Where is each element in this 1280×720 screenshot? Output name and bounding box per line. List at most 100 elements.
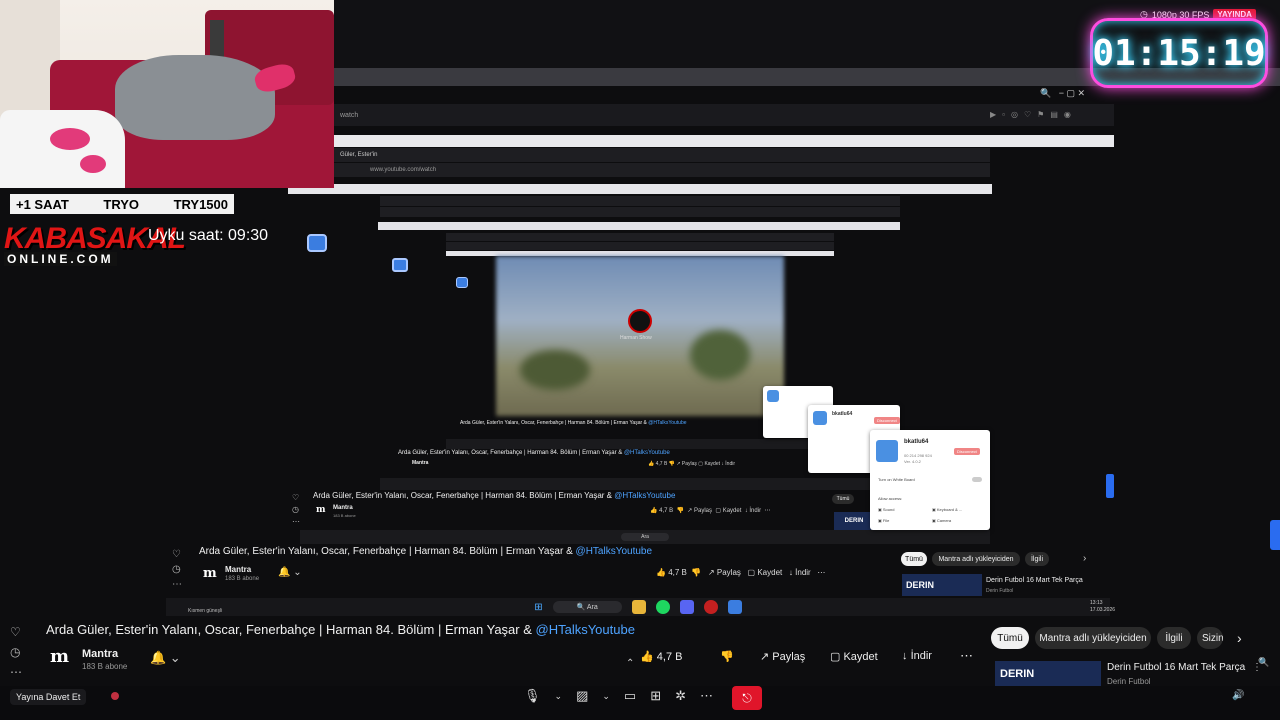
popup-option-keyboard[interactable]: ▣ Keyboard & ... xyxy=(932,507,962,512)
window2-tab-title[interactable]: Güler, Ester'in xyxy=(340,152,378,158)
video-title: Arda Güler, Ester'in Yalanı, Oscar, Fene… xyxy=(46,622,635,637)
window3-addressbar xyxy=(380,207,900,217)
video-scene-bush xyxy=(690,330,750,380)
more-icon[interactable]: ⋯ xyxy=(700,688,713,704)
more-options-icon[interactable]: ⋯ xyxy=(960,648,973,664)
donation-bar: +1 SAAT TRYO TRY1500 xyxy=(10,194,234,214)
window4-addressbar xyxy=(446,242,834,250)
microphone-icon[interactable]: 🎙 xyxy=(524,688,541,704)
outer-url: watch xyxy=(340,111,359,119)
related-title[interactable]: Derin Futbol 16 Mart Tek Parça xyxy=(1107,662,1245,673)
like-button[interactable]: 👍 4,7 B xyxy=(640,650,682,663)
invite-to-stream-button[interactable]: Yayına Davet Et xyxy=(10,689,87,705)
mid-sidebar-icons: ♡ ◷ ⋯ xyxy=(172,549,182,590)
save-button[interactable]: ▢ Kaydet xyxy=(830,650,878,663)
nested-taskbar xyxy=(380,478,900,490)
filter-yours[interactable]: Sizin xyxy=(1197,627,1223,649)
window3-tabbar xyxy=(380,196,900,206)
cursor-icon: ➤ xyxy=(942,482,951,493)
popup-allow-label: Allow access: xyxy=(878,496,903,501)
mid-taskbar: ⊞ 🔍 Ara xyxy=(166,598,1110,616)
floating-app-icon[interactable] xyxy=(307,234,327,252)
related-thumbnail[interactable]: DERIN xyxy=(995,661,1101,687)
mid-filter-related[interactable]: İlgili xyxy=(1025,552,1049,566)
right-side-handle[interactable] xyxy=(1270,520,1280,550)
mid-taskbar-search[interactable]: 🔍 Ara xyxy=(552,601,622,613)
explorer-icon[interactable] xyxy=(631,600,646,614)
donation-item: TRYO xyxy=(103,196,140,212)
mid-related-channel: Derin Futbol xyxy=(986,588,1014,594)
mid-action-row: 👍 4,7 B 👎 ↗ Paylaş ▢ Kaydet ↓ İndir ⋯ xyxy=(656,568,826,577)
webcam-lamp xyxy=(210,20,224,60)
app-icon[interactable] xyxy=(703,600,718,614)
floating-app-icon[interactable] xyxy=(392,258,408,272)
popup-toggle-label: Turn on White Board xyxy=(878,477,915,482)
dislike-button[interactable]: 👎 xyxy=(720,650,734,663)
outer-toolbar-icons: ▶▫◎♡⚑▤◉ xyxy=(990,110,1077,119)
filter-related[interactable]: İlgili xyxy=(1157,627,1191,649)
channel-name[interactable]: Mantra xyxy=(82,648,118,660)
download-button[interactable]: ↓ İndir xyxy=(902,650,932,662)
chevron-down-icon[interactable]: ⌄ xyxy=(602,691,610,702)
collapse-chevron-icon[interactable]: ⌃ xyxy=(626,658,634,669)
channel-logo[interactable]: m xyxy=(50,646,69,667)
donation-item: +1 SAAT xyxy=(16,196,69,212)
mid-filter-uploader[interactable]: Mantra adlı yükleyiciden xyxy=(932,552,1020,566)
record-indicator-icon xyxy=(111,692,119,700)
app-icon[interactable] xyxy=(679,600,694,614)
popup-id: 00 214 298 924 xyxy=(904,453,932,458)
webcam-sheet-pattern xyxy=(80,155,106,173)
window2-addressbar[interactable]: www.youtube.com/watch xyxy=(334,163,990,177)
filter-all[interactable]: Tümü xyxy=(991,627,1029,649)
nested-subscribers: 183 B abone xyxy=(333,513,356,518)
nested-sidebar-icons: ♡ ◷ ⋯ xyxy=(292,493,300,526)
popup-option-file[interactable]: ▣ File xyxy=(878,518,889,523)
mid-filter-next-icon[interactable]: › xyxy=(1083,553,1086,564)
nested-video-title: Arda Güler, Ester'in Yalanı, Oscar, Fene… xyxy=(460,420,687,426)
popup-disconnect-button[interactable]: Disconnect xyxy=(954,448,980,455)
nested-action-row: 👍 4,7 B 👎 ↗ Paylaş ▢ Kaydet ↓ İndir ⋯ xyxy=(650,508,771,514)
notification-bell-button[interactable]: 🔔 ⌄ xyxy=(150,650,181,666)
end-call-button[interactable]: ⎋ xyxy=(732,686,762,710)
filter-next-icon[interactable]: › xyxy=(1237,630,1242,646)
webcam-sheet-pattern xyxy=(50,128,90,150)
mid-related-title[interactable]: Derin Futbol 16 Mart Tek Parça xyxy=(986,577,1083,584)
nested-channel-logo: m xyxy=(316,505,326,515)
mid-related-thumb[interactable]: DERIN xyxy=(902,574,982,596)
popup-disconnect-button[interactable]: Disconnect xyxy=(874,417,900,424)
popup-toggle-switch[interactable] xyxy=(972,477,982,482)
windows-start-icon[interactable]: ⊞ xyxy=(534,602,542,613)
subscriber-count: 183 B abone xyxy=(82,662,128,671)
mid-video-title: Arda Güler, Ester'in Yalanı, Oscar, Fene… xyxy=(199,546,653,557)
apps-grid-icon[interactable]: ⊞ xyxy=(650,688,661,704)
mid-channel-logo: m xyxy=(203,566,217,581)
remote-popup[interactable]: bkatlu64 00 214 298 924 Ver. 4.0.2 Disco… xyxy=(870,430,990,530)
nested-filter-pill[interactable]: Tümü xyxy=(832,494,854,504)
camera-off-icon[interactable]: ▨ xyxy=(576,688,588,704)
screen-share-icon[interactable]: ▭ xyxy=(624,688,636,704)
popup-name: bkatlu64 xyxy=(832,411,853,417)
share-button[interactable]: ↗ Paylaş xyxy=(760,650,805,663)
webcam-blanket xyxy=(115,55,275,140)
brand-logo-sub: ONLINE.COM xyxy=(4,252,117,266)
effects-icon[interactable]: ✲ xyxy=(675,688,686,704)
app-icon[interactable] xyxy=(727,600,742,614)
floating-app-icon[interactable] xyxy=(456,277,468,288)
mid-channel-name: Mantra xyxy=(225,565,252,574)
spotify-icon[interactable] xyxy=(655,600,670,614)
nested-related-thumb[interactable]: DERIN xyxy=(834,512,874,530)
zoom-icon[interactable]: 🔍 xyxy=(1258,657,1269,668)
donation-item: TRY1500 xyxy=(173,196,228,212)
side-tab-handle[interactable] xyxy=(1106,474,1114,498)
mid-filter-all[interactable]: Tümü xyxy=(901,552,927,566)
filter-uploader[interactable]: Mantra adlı yükleyiciden xyxy=(1035,627,1151,649)
mid-bell-button[interactable]: 🔔 ⌄ xyxy=(278,567,302,578)
channel-watermark-icon xyxy=(628,309,652,333)
popup-option-sound[interactable]: ▣ Sound xyxy=(878,507,894,512)
chevron-down-icon[interactable]: ⌄ xyxy=(555,691,563,702)
bottom-controls: 🎙 ⌄ ▨ ⌄ ▭ ⊞ ✲ ⋯ xyxy=(524,688,713,704)
system-tray: 🔊 xyxy=(1232,690,1245,701)
mid-subscribers: 183 B abone xyxy=(225,576,260,582)
window2-url: www.youtube.com/watch xyxy=(370,167,437,173)
popup-option-camera[interactable]: ▣ Camera xyxy=(932,518,951,523)
